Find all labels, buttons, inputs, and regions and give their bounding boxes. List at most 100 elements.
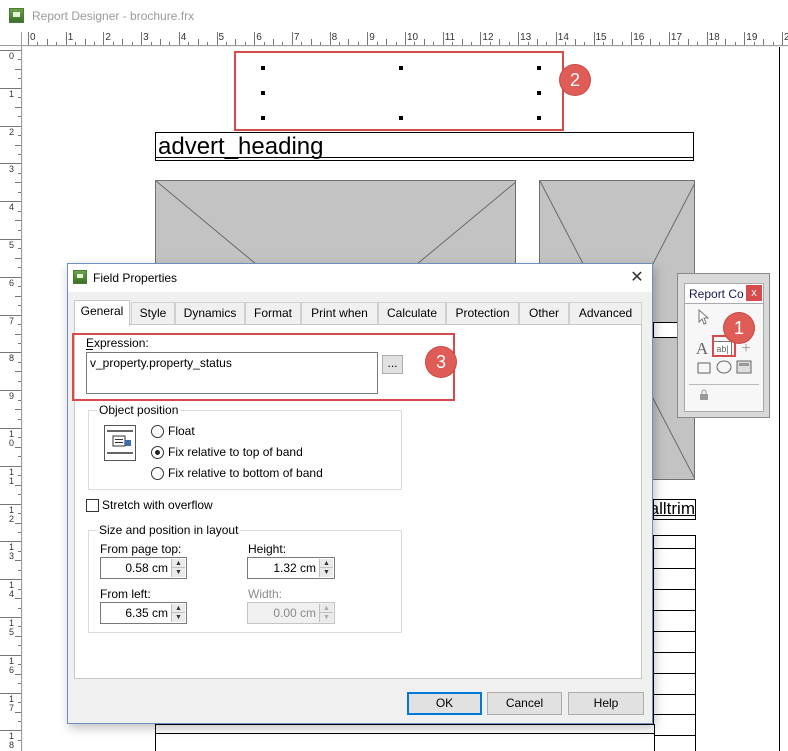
spin-up-icon[interactable]: ▲ [172, 559, 185, 568]
lined-text-area[interactable] [653, 535, 696, 751]
rule-line [654, 673, 695, 674]
ruler-tick [15, 409, 21, 411]
stretch-checkbox[interactable] [86, 499, 99, 512]
ruler-tick [461, 39, 463, 45]
tab-calculate[interactable]: Calculate [378, 302, 446, 325]
report-controls-titlebar[interactable]: Report Co x [684, 283, 764, 304]
ruler-tick [18, 456, 21, 458]
label-tool-icon[interactable]: A [693, 340, 711, 358]
help-button[interactable]: Help [568, 692, 644, 715]
spin-down-icon[interactable]: ▼ [320, 568, 333, 577]
heading-field[interactable]: advert_heading [155, 132, 694, 161]
ruler-tick [15, 673, 21, 675]
ruler-tick [15, 711, 21, 713]
ruler-tick [282, 42, 284, 45]
spin-down-icon[interactable]: ▼ [172, 613, 185, 622]
ruler-tick [716, 42, 718, 45]
fix-bottom-radio[interactable] [151, 467, 164, 480]
ruler-tick [706, 32, 708, 45]
tab-format[interactable]: Format [245, 302, 301, 325]
ruler-tick [18, 739, 21, 741]
ruler-tick [273, 39, 275, 45]
ruler-tick [18, 607, 21, 609]
tab-dynamics[interactable]: Dynamics [175, 302, 245, 325]
lower-field-area[interactable] [155, 724, 655, 751]
tab-advanced[interactable]: Advanced [569, 302, 642, 325]
from-left-stepper[interactable]: 6.35 cm ▲ ▼ [100, 602, 187, 624]
ruler-tick [536, 39, 538, 45]
tab-style[interactable]: Style [131, 302, 175, 325]
rule-line [654, 568, 695, 569]
dialog-titlebar[interactable]: Field Properties ✕ [68, 264, 652, 292]
resize-handle[interactable] [261, 66, 265, 70]
ruler-tick [395, 42, 397, 45]
ruler-label: 16 [633, 32, 645, 43]
rule-line [654, 714, 695, 715]
rounded-rectangle-tool-icon[interactable] [715, 360, 733, 378]
tab-print-when[interactable]: Print when [301, 302, 378, 325]
ruler-label: 4 [180, 32, 187, 43]
resize-handle[interactable] [537, 91, 541, 95]
ruler-tick [499, 39, 501, 45]
alltrim-field[interactable]: alltrim [653, 499, 696, 520]
ruler-tick [470, 42, 472, 45]
spin-up-icon: ▲ [320, 604, 333, 613]
tab-other[interactable]: Other [519, 302, 569, 325]
dialog-close-button[interactable]: ✕ [626, 267, 648, 289]
ruler-tick [225, 42, 227, 45]
spin-up-icon[interactable]: ▲ [320, 559, 333, 568]
height-stepper[interactable]: 1.32 cm ▲ ▼ [247, 557, 335, 579]
ruler-tick [621, 42, 623, 45]
window-titlebar: Report Designer - brochure.frx [0, 0, 788, 32]
ruler-tick [668, 32, 670, 45]
ruler-tick [753, 42, 755, 45]
horizontal-ruler: 0 1 2 3 4 5 6 7 8 9 10 11 12 13 14 15 16 17 18 19 2 [22, 32, 788, 46]
spin-down-icon[interactable]: ▼ [172, 568, 185, 577]
resize-handle[interactable] [537, 66, 541, 70]
ruler-tick [659, 42, 661, 45]
ruler-label: 6 [256, 32, 262, 43]
ruler-tick [18, 59, 21, 61]
rule-line [654, 631, 695, 632]
ruler-tick [725, 39, 727, 45]
app-icon [9, 8, 24, 23]
rectangle-tool-icon[interactable] [695, 361, 713, 379]
resize-handle[interactable] [399, 116, 403, 120]
pointer-tool-icon[interactable] [695, 308, 713, 326]
ruler-tick [631, 32, 633, 45]
lock-icon[interactable] [695, 388, 713, 406]
cancel-button[interactable]: Cancel [487, 692, 562, 715]
ruler-label: 1 [9, 88, 15, 99]
ruler-tick [15, 68, 21, 70]
ruler-tick [188, 42, 190, 45]
ruler-tick [18, 78, 21, 80]
ruler-tick [18, 645, 21, 647]
ruler-tick [18, 286, 21, 288]
ruler-label: 1 7 [9, 693, 15, 713]
tab-general[interactable]: General [74, 300, 130, 326]
tab-protection[interactable]: Protection [446, 302, 519, 325]
ruler-tick [18, 531, 21, 533]
picture-tool-icon[interactable] [735, 360, 753, 378]
float-radio[interactable] [151, 425, 164, 438]
resize-handle[interactable] [261, 116, 265, 120]
report-controls-close-button[interactable]: x [746, 285, 762, 301]
callout-3: 3 [426, 347, 456, 377]
ruler-tick [216, 32, 218, 45]
from-page-top-stepper[interactable]: 0.58 cm ▲ ▼ [100, 557, 187, 579]
resize-handle[interactable] [537, 116, 541, 120]
resize-handle[interactable] [261, 91, 265, 95]
window-title: Report Designer - brochure.frx [32, 9, 195, 23]
spin-up-icon[interactable]: ▲ [172, 604, 185, 613]
spin-buttons: ▲ ▼ [319, 604, 333, 622]
fix-top-radio[interactable] [151, 446, 164, 459]
spin-down-icon: ▼ [320, 613, 333, 622]
ruler-tick [18, 248, 21, 250]
from-page-top-value: 0.58 cm [125, 561, 168, 575]
ruler-tick [744, 32, 746, 45]
ok-button[interactable]: OK [407, 692, 482, 715]
callout-2: 2 [560, 65, 590, 95]
ruler-tick [376, 42, 378, 45]
ruler-label: 6 [9, 277, 15, 288]
resize-handle[interactable] [399, 66, 403, 70]
